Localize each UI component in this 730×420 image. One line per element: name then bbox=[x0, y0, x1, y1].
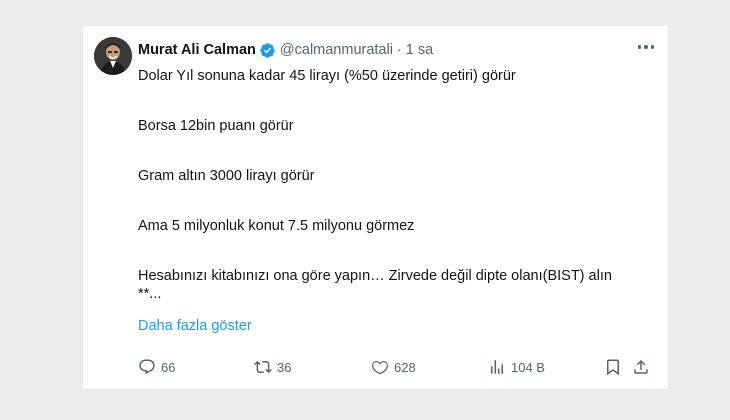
reply-icon bbox=[139, 359, 155, 375]
reply-button[interactable]: 66 bbox=[138, 358, 175, 376]
avatar[interactable] bbox=[94, 37, 132, 75]
retweet-icon bbox=[254, 360, 272, 374]
reply-count: 66 bbox=[161, 359, 176, 375]
like-count: 628 bbox=[394, 359, 416, 375]
share-icon[interactable] bbox=[632, 358, 650, 381]
show-more-link[interactable]: Daha fazla göster bbox=[138, 318, 252, 334]
tweet-header: Murat Ali Calman @calmanmuratali · 1 sa bbox=[138, 39, 654, 61]
more-options-icon[interactable] bbox=[637, 45, 654, 49]
tweet-line: **... bbox=[138, 286, 162, 302]
tweet-line: Borsa 12bin puanı görür bbox=[138, 118, 294, 134]
author-name[interactable]: Murat Ali Calman bbox=[138, 42, 256, 58]
views-button[interactable]: 104 B bbox=[488, 358, 545, 376]
retweet-button[interactable]: 36 bbox=[254, 358, 291, 376]
verified-badge-icon bbox=[259, 42, 276, 59]
tweet-line: Hesabınızı kitabınızı ona göre yapın… Zi… bbox=[138, 268, 612, 284]
tweet-card[interactable]: Murat Ali Calman @calmanmuratali · 1 sa … bbox=[82, 25, 669, 390]
separator-dot: · bbox=[396, 42, 402, 58]
tweet-text: Dolar Yıl sonuna kadar 45 lirayı (%50 üz… bbox=[138, 66, 654, 302]
retweet-count: 36 bbox=[277, 359, 292, 375]
heart-icon bbox=[372, 360, 388, 375]
tweet-line: Dolar Yıl sonuna kadar 45 lirayı (%50 üz… bbox=[138, 68, 516, 84]
tweet-actions: 66 36 628 104 B bbox=[138, 358, 654, 380]
timestamp[interactable]: 1 sa bbox=[406, 42, 433, 58]
bookmark-icon[interactable] bbox=[604, 358, 622, 381]
tweet-line: Gram altın 3000 lirayı görür bbox=[138, 168, 315, 184]
like-button[interactable]: 628 bbox=[371, 358, 416, 376]
author-handle[interactable]: @calmanmuratali bbox=[280, 42, 393, 58]
views-count: 104 B bbox=[511, 359, 545, 375]
views-chart-icon bbox=[491, 360, 503, 374]
tweet-line: Ama 5 milyonluk konut 7.5 milyonu görmez bbox=[138, 218, 415, 234]
